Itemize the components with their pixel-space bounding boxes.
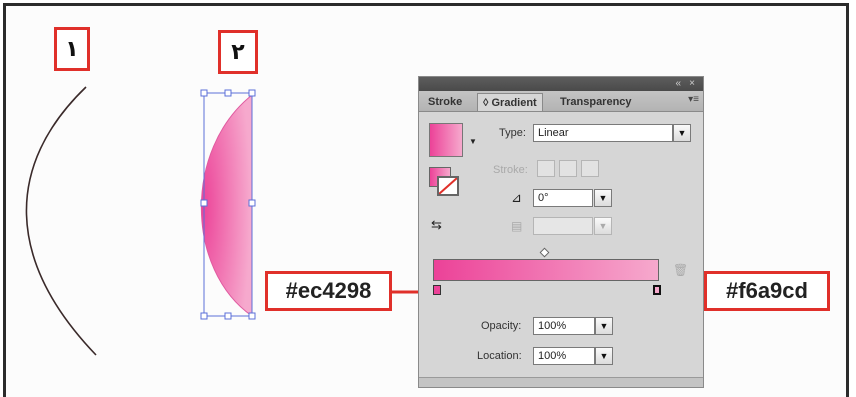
- swatch-dropdown-icon[interactable]: ▼: [469, 137, 477, 146]
- opacity-field[interactable]: 100%: [533, 317, 595, 335]
- gradient-panel: « × Stroke ◊ Gradient Transparency ▾≡ ▼ …: [418, 76, 704, 388]
- opacity-label: Opacity:: [481, 320, 522, 332]
- location-dropdown-icon[interactable]: ▼: [595, 347, 613, 365]
- angle-dropdown-icon[interactable]: ▼: [594, 189, 612, 207]
- gradient-stop-start[interactable]: [433, 285, 441, 295]
- arc-path[interactable]: [25, 86, 97, 356]
- panel-resize-bar[interactable]: [419, 377, 703, 387]
- aspect-ratio-icon: ▤: [511, 219, 523, 233]
- gradient-stop-end[interactable]: [653, 285, 661, 295]
- opacity-dropdown-icon[interactable]: ▼: [595, 317, 613, 335]
- gradient-lens-shape[interactable]: [200, 93, 253, 317]
- type-dropdown-icon[interactable]: ▼: [673, 124, 691, 142]
- gradient-slider-ramp[interactable]: [433, 259, 659, 281]
- aspect-ratio-dropdown-icon: ▼: [594, 217, 612, 235]
- location-field[interactable]: 100%: [533, 347, 595, 365]
- collapse-icon[interactable]: «: [675, 77, 681, 91]
- tab-gradient[interactable]: ◊ Gradient: [477, 93, 543, 111]
- stroke-within-button[interactable]: [537, 160, 555, 177]
- aspect-ratio-field: [533, 217, 593, 235]
- none-slash-icon: [439, 178, 457, 194]
- location-label: Location:: [477, 350, 522, 362]
- tab-transparency[interactable]: Transparency: [555, 93, 637, 111]
- end-color-callout: #f6a9cd: [704, 271, 830, 311]
- angle-icon: ⊿: [511, 190, 522, 205]
- tab-stroke[interactable]: Stroke: [423, 93, 467, 111]
- gradient-preview-swatch[interactable]: [429, 123, 463, 157]
- reverse-gradient-icon[interactable]: ⇆: [431, 217, 442, 233]
- angle-field[interactable]: 0°: [533, 189, 593, 207]
- stroke-none-swatch[interactable]: [437, 176, 459, 196]
- stroke-across-button[interactable]: [581, 160, 599, 177]
- stroke-along-button[interactable]: [559, 160, 577, 177]
- type-label: Type:: [499, 127, 526, 139]
- gradient-midpoint-diamond[interactable]: [539, 247, 550, 258]
- start-color-callout: #ec4298: [265, 271, 392, 311]
- stroke-label: Stroke:: [493, 164, 528, 176]
- delete-stop-icon[interactable]: 🗑: [673, 263, 688, 277]
- panel-title-bar[interactable]: « ×: [419, 77, 703, 91]
- close-icon[interactable]: ×: [689, 77, 695, 91]
- panel-menu-icon[interactable]: ▾≡: [688, 94, 699, 105]
- panel-tabs: Stroke ◊ Gradient Transparency ▾≡: [419, 91, 703, 112]
- type-select[interactable]: Linear: [533, 124, 673, 142]
